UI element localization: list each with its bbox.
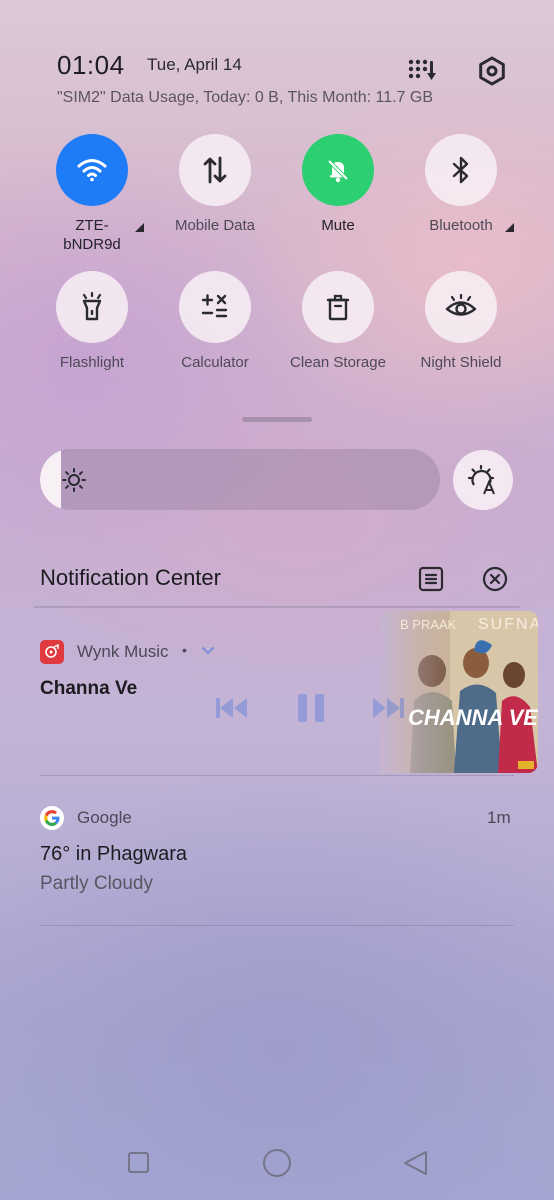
media-song-title: Channa Ve: [40, 678, 138, 699]
grid-edit-icon[interactable]: [405, 55, 437, 87]
recents-button[interactable]: [128, 1152, 149, 1173]
album-art: B PRAAK SUFNA CHANNA VE: [380, 611, 538, 773]
data-usage-text[interactable]: "SIM2" Data Usage, Today: 0 B, This Mont…: [57, 89, 433, 107]
album-sub-text: SUFNA: [478, 616, 538, 633]
toggle-mute-label: Mute: [321, 217, 355, 234]
toggle-night-shield-label: Night Shield: [420, 354, 502, 371]
settings-icon[interactable]: [476, 55, 508, 87]
trash-icon: [302, 271, 374, 343]
bell-off-icon: [302, 134, 374, 206]
flashlight-icon: [56, 271, 128, 343]
toggle-night-shield[interactable]: Night Shield: [406, 271, 516, 372]
toggle-flashlight[interactable]: Flashlight: [37, 271, 147, 372]
toggle-flashlight-label: Flashlight: [59, 354, 125, 371]
bluetooth-icon: [425, 134, 497, 206]
wynk-app-icon: [40, 640, 64, 664]
media-app-name: Wynk Music: [77, 642, 169, 661]
manage-notifications-icon[interactable]: [418, 566, 444, 597]
auto-brightness-icon: [468, 465, 495, 495]
back-button[interactable]: [402, 1149, 430, 1182]
brightness-fill: [40, 449, 61, 510]
google-divider: [40, 925, 514, 926]
data-arrows-icon: [179, 134, 251, 206]
pause-icon[interactable]: [295, 692, 327, 729]
toggle-bluetooth-label: Bluetooth: [429, 217, 493, 234]
google-app-name: Google: [77, 808, 132, 827]
toggle-clean-storage-label: Clean Storage: [290, 354, 386, 371]
date-label: Tue, April 14: [147, 55, 242, 74]
toggle-wifi[interactable]: ZTE-bNDR9d: [37, 134, 147, 254]
auto-brightness-button[interactable]: [453, 450, 513, 510]
google-notification[interactable]: [40, 806, 64, 835]
wifi-expand-caret[interactable]: [135, 223, 144, 232]
calculator-icon: [179, 271, 251, 343]
sun-icon: [62, 468, 86, 497]
google-weather-subtitle: Partly Cloudy: [40, 873, 153, 894]
nc-top-divider: [34, 606, 520, 608]
toggle-mute[interactable]: Mute: [283, 134, 393, 235]
back-triangle-icon: [404, 1151, 427, 1175]
toggle-mobile-data[interactable]: Mobile Data: [160, 134, 270, 235]
toggle-clean-storage[interactable]: Clean Storage: [283, 271, 393, 372]
clock-time: 01:04: [57, 50, 125, 80]
toggle-wifi-label: ZTE-bNDR9d: [63, 217, 121, 253]
bluetooth-expand-caret[interactable]: [505, 223, 514, 232]
toggle-calculator-label: Calculator: [181, 354, 249, 371]
drag-handle[interactable]: [242, 417, 312, 422]
wifi-icon: [56, 134, 128, 206]
media-notification[interactable]: [40, 640, 64, 664]
previous-track-icon[interactable]: [214, 695, 252, 726]
toggle-mobile-data-label: Mobile Data: [174, 217, 256, 234]
google-time: 1m: [487, 808, 511, 827]
notification-center-title: Notification Center: [40, 565, 221, 590]
brightness-slider[interactable]: [40, 449, 440, 510]
next-track-icon[interactable]: [368, 695, 406, 726]
google-g-icon: [40, 806, 64, 830]
google-weather-title: 76° in Phagwara: [40, 843, 187, 865]
media-separator: •: [182, 642, 187, 658]
clear-all-icon[interactable]: [482, 566, 508, 597]
media-divider: [40, 775, 514, 776]
album-artist-text: B PRAAK: [400, 617, 457, 632]
album-title-text: CHANNA VE: [408, 705, 538, 730]
toggle-calculator[interactable]: Calculator: [160, 271, 270, 372]
home-button[interactable]: [263, 1149, 291, 1177]
toggle-bluetooth[interactable]: Bluetooth: [406, 134, 516, 235]
eye-icon: [425, 271, 497, 343]
expand-chevron-icon[interactable]: [200, 644, 216, 663]
